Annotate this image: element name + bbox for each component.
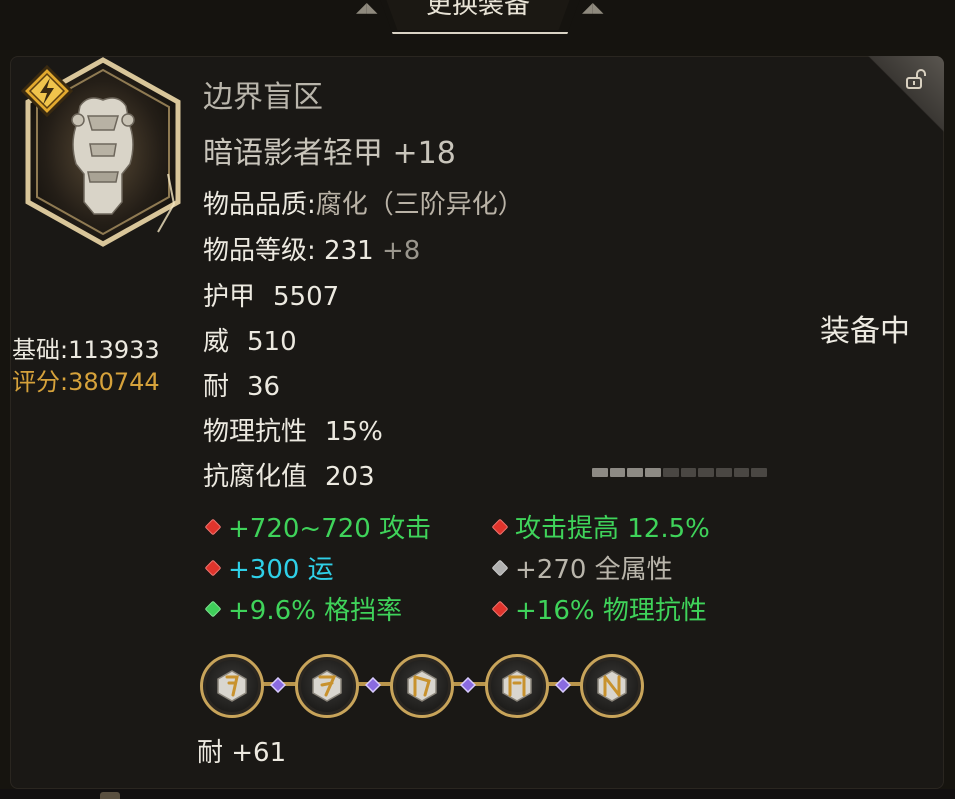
rune-icon xyxy=(597,670,627,702)
tab-decoration-left: ◢◣ xyxy=(356,0,378,16)
dialog-title: 更换装备 xyxy=(425,0,530,20)
durability-bar xyxy=(592,468,768,477)
affix-text: +16% 物理抗性 xyxy=(515,596,707,626)
durability-segment xyxy=(680,468,697,477)
affix-text: +300 运 xyxy=(228,555,334,585)
affix-line: +300 运 xyxy=(204,549,334,586)
rune-icon xyxy=(502,670,532,702)
gem-icon xyxy=(204,600,222,617)
gem-icon xyxy=(491,559,509,576)
tab-decoration-right: ◢◣ xyxy=(582,0,604,16)
gem-icon xyxy=(204,518,222,535)
durability-segment xyxy=(609,468,626,477)
socket-slot[interactable] xyxy=(485,654,549,718)
stat-value: 36 xyxy=(247,372,281,402)
affix-line: +270 全属性 xyxy=(491,549,673,586)
gem-icon xyxy=(204,559,222,576)
socket-link-gem-icon xyxy=(269,676,287,694)
socket-bonus: 耐 +61 xyxy=(197,738,287,768)
quality-label: 物品品质: xyxy=(203,190,316,220)
base-stat-row: 抗腐化值 203 xyxy=(203,456,375,493)
stat-label: 耐 xyxy=(203,372,230,402)
affix-text: +720~720 攻击 xyxy=(228,514,432,544)
base-stat-row: 物理抗性 15% xyxy=(203,411,383,448)
bottom-decoration xyxy=(100,792,120,799)
stat-value: 5507 xyxy=(273,282,340,312)
rune-icon xyxy=(217,670,247,702)
level-bonus: +8 xyxy=(381,236,421,266)
stat-value: 510 xyxy=(247,327,297,357)
rune-icon xyxy=(407,670,437,702)
durability-segment xyxy=(592,468,608,477)
affix-text: +270 全属性 xyxy=(515,555,673,585)
stat-label: 威 xyxy=(203,327,230,357)
affix-line: +9.6% 格挡率 xyxy=(204,590,403,627)
stat-label: 物理抗性 xyxy=(203,417,308,447)
bottom-strip xyxy=(0,789,955,799)
quality-badge-icon xyxy=(20,64,74,118)
level-value: 231 xyxy=(324,236,374,266)
affix-line: +16% 物理抗性 xyxy=(491,590,707,627)
durability-segment xyxy=(715,468,732,477)
affix-text: 攻击提高 12.5% xyxy=(515,514,710,544)
base-stat-row: 威 510 xyxy=(203,321,297,358)
affix-line: 攻击提高 12.5% xyxy=(491,508,710,545)
durability-segment xyxy=(698,468,714,477)
stat-value: 203 xyxy=(325,462,375,492)
set-name: 边界盲区 xyxy=(203,80,323,115)
gem-icon xyxy=(491,600,509,617)
durability-segment xyxy=(645,468,661,477)
gem-icon xyxy=(491,518,509,535)
socket-slot[interactable] xyxy=(580,654,644,718)
base-stat-row: 耐 36 xyxy=(203,366,280,403)
item-quality: 物品品质:腐化（三阶异化） xyxy=(203,184,524,221)
stat-value: 15% xyxy=(325,417,383,447)
stat-label: 抗腐化值 xyxy=(203,462,308,492)
base-stat-row: 护甲 5507 xyxy=(203,276,339,313)
durability-segment xyxy=(662,468,679,477)
base-score: 基础:113933 xyxy=(12,336,160,364)
durability-segment xyxy=(627,468,644,477)
durability-segment xyxy=(733,468,750,477)
socket-row xyxy=(200,654,650,720)
item-level: 物品等级: 231 +8 xyxy=(203,230,420,267)
rating-score: 评分:380744 xyxy=(12,368,160,396)
socket-link-gem-icon xyxy=(364,676,382,694)
socket-slot[interactable] xyxy=(295,654,359,718)
durability-segment xyxy=(751,468,768,477)
socket-link-gem-icon xyxy=(554,676,572,694)
quality-value: 腐化（三阶异化） xyxy=(315,190,524,220)
affix-line: +720~720 攻击 xyxy=(204,508,432,545)
socket-slot[interactable] xyxy=(390,654,454,718)
affix-text: +9.6% 格挡率 xyxy=(228,596,403,626)
socket-slot[interactable] xyxy=(200,654,264,718)
item-name: 暗语影者轻甲 +18 xyxy=(203,136,456,171)
level-label: 物品等级: xyxy=(203,236,316,266)
unlock-icon[interactable] xyxy=(904,68,926,90)
stat-label: 护甲 xyxy=(203,282,256,312)
rune-icon xyxy=(312,670,342,702)
equipped-status: 装备中 xyxy=(820,314,910,349)
socket-link-gem-icon xyxy=(459,676,477,694)
